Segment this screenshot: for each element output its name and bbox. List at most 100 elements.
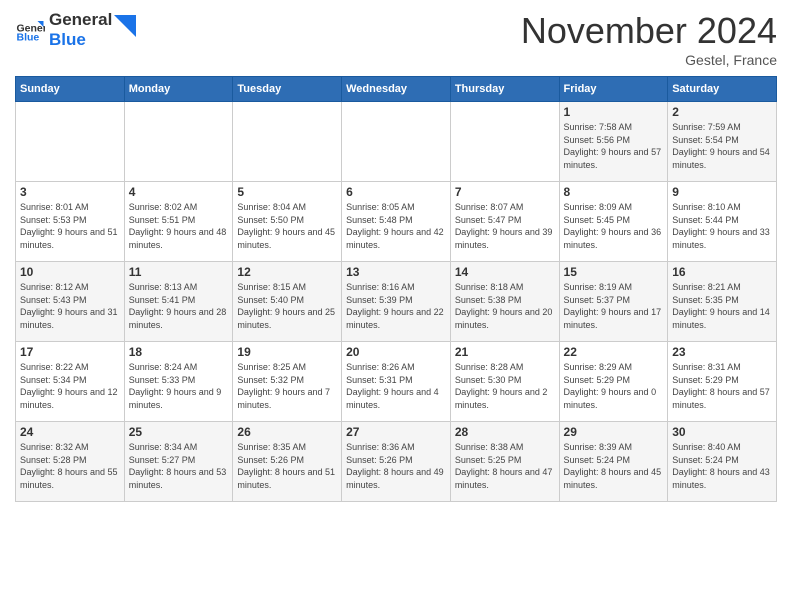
calendar-cell: 10Sunrise: 8:12 AM Sunset: 5:43 PM Dayli… <box>16 262 125 342</box>
svg-text:Blue: Blue <box>17 32 40 44</box>
day-info: Sunrise: 8:04 AM Sunset: 5:50 PM Dayligh… <box>237 201 337 251</box>
day-number: 9 <box>672 185 772 199</box>
day-info: Sunrise: 8:19 AM Sunset: 5:37 PM Dayligh… <box>564 281 664 331</box>
calendar-header: SundayMondayTuesdayWednesdayThursdayFrid… <box>16 77 777 102</box>
day-info: Sunrise: 8:28 AM Sunset: 5:30 PM Dayligh… <box>455 361 555 411</box>
calendar-cell: 28Sunrise: 8:38 AM Sunset: 5:25 PM Dayli… <box>450 422 559 502</box>
calendar-cell: 19 Sunrise: 8:25 AM Sunset: 5:32 PM Dayli… <box>233 342 342 422</box>
day-number: 8 <box>564 185 664 199</box>
day-info: Sunrise: 8:10 AM Sunset: 5:44 PM Dayligh… <box>672 201 772 251</box>
weekday-header-saturday: Saturday <box>668 77 777 102</box>
month-title: November 2024 <box>521 10 777 52</box>
calendar-cell: 3 Sunrise: 8:01 AM Sunset: 5:53 PM Daylig… <box>16 182 125 262</box>
calendar-body: 1Sunrise: 7:58 AM Sunset: 5:56 PM Daylig… <box>16 102 777 502</box>
day-number: 6 <box>346 185 446 199</box>
calendar-cell: 25Sunrise: 8:34 AM Sunset: 5:27 PM Dayli… <box>124 422 233 502</box>
calendar-cell: 4 Sunrise: 8:02 AM Sunset: 5:51 PM Daylig… <box>124 182 233 262</box>
day-number: 13 <box>346 265 446 279</box>
calendar-cell: 17Sunrise: 8:22 AM Sunset: 5:34 PM Dayli… <box>16 342 125 422</box>
calendar-cell: 12 Sunrise: 8:15 AM Sunset: 5:40 PM Dayli… <box>233 262 342 342</box>
location: Gestel, France <box>521 52 777 68</box>
calendar-cell: 11Sunrise: 8:13 AM Sunset: 5:41 PM Dayli… <box>124 262 233 342</box>
day-info: Sunrise: 8:16 AM Sunset: 5:39 PM Dayligh… <box>346 281 446 331</box>
logo: General Blue General Blue <box>15 10 136 51</box>
day-info: Sunrise: 8:32 AM Sunset: 5:28 PM Dayligh… <box>20 441 120 491</box>
day-info: Sunrise: 8:24 AM Sunset: 5:33 PM Dayligh… <box>129 361 229 411</box>
calendar-cell: 7Sunrise: 8:07 AM Sunset: 5:47 PM Daylig… <box>450 182 559 262</box>
calendar-week-3: 17Sunrise: 8:22 AM Sunset: 5:34 PM Dayli… <box>16 342 777 422</box>
logo-blue: Blue <box>49 30 112 50</box>
day-info: Sunrise: 8:12 AM Sunset: 5:43 PM Dayligh… <box>20 281 120 331</box>
day-info: Sunrise: 8:34 AM Sunset: 5:27 PM Dayligh… <box>129 441 229 491</box>
day-info: Sunrise: 8:36 AM Sunset: 5:26 PM Dayligh… <box>346 441 446 491</box>
calendar-week-4: 24 Sunrise: 8:32 AM Sunset: 5:28 PM Dayli… <box>16 422 777 502</box>
day-number: 28 <box>455 425 555 439</box>
day-number: 3 <box>20 185 120 199</box>
calendar-cell: 21 Sunrise: 8:28 AM Sunset: 5:30 PM Dayli… <box>450 342 559 422</box>
weekday-header-thursday: Thursday <box>450 77 559 102</box>
weekday-header-row: SundayMondayTuesdayWednesdayThursdayFrid… <box>16 77 777 102</box>
day-number: 22 <box>564 345 664 359</box>
day-info: Sunrise: 8:13 AM Sunset: 5:41 PM Dayligh… <box>129 281 229 331</box>
day-number: 5 <box>237 185 337 199</box>
day-info: Sunrise: 7:59 AM Sunset: 5:54 PM Dayligh… <box>672 121 772 171</box>
day-number: 30 <box>672 425 772 439</box>
calendar-cell: 6 Sunrise: 8:05 AM Sunset: 5:48 PM Daylig… <box>342 182 451 262</box>
calendar-cell: 29 Sunrise: 8:39 AM Sunset: 5:24 PM Dayli… <box>559 422 668 502</box>
calendar-cell: 13 Sunrise: 8:16 AM Sunset: 5:39 PM Dayli… <box>342 262 451 342</box>
calendar-cell: 27Sunrise: 8:36 AM Sunset: 5:26 PM Dayli… <box>342 422 451 502</box>
day-number: 29 <box>564 425 664 439</box>
weekday-header-friday: Friday <box>559 77 668 102</box>
day-number: 16 <box>672 265 772 279</box>
day-info: Sunrise: 8:26 AM Sunset: 5:31 PM Dayligh… <box>346 361 446 411</box>
day-number: 24 <box>20 425 120 439</box>
day-info: Sunrise: 8:02 AM Sunset: 5:51 PM Dayligh… <box>129 201 229 251</box>
day-info: Sunrise: 8:29 AM Sunset: 5:29 PM Dayligh… <box>564 361 664 411</box>
day-number: 4 <box>129 185 229 199</box>
calendar-cell: 26Sunrise: 8:35 AM Sunset: 5:26 PM Dayli… <box>233 422 342 502</box>
calendar-cell: 22 Sunrise: 8:29 AM Sunset: 5:29 PM Dayli… <box>559 342 668 422</box>
day-number: 2 <box>672 105 772 119</box>
day-number: 21 <box>455 345 555 359</box>
title-area: November 2024 Gestel, France <box>521 10 777 68</box>
day-info: Sunrise: 8:05 AM Sunset: 5:48 PM Dayligh… <box>346 201 446 251</box>
calendar-cell: 18 Sunrise: 8:24 AM Sunset: 5:33 PM Dayli… <box>124 342 233 422</box>
day-info: Sunrise: 8:31 AM Sunset: 5:29 PM Dayligh… <box>672 361 772 411</box>
day-info: Sunrise: 8:25 AM Sunset: 5:32 PM Dayligh… <box>237 361 337 411</box>
calendar-week-1: 3 Sunrise: 8:01 AM Sunset: 5:53 PM Daylig… <box>16 182 777 262</box>
day-info: Sunrise: 8:22 AM Sunset: 5:34 PM Dayligh… <box>20 361 120 411</box>
day-number: 1 <box>564 105 664 119</box>
calendar-cell: 8Sunrise: 8:09 AM Sunset: 5:45 PM Daylig… <box>559 182 668 262</box>
calendar-cell: 2 Sunrise: 7:59 AM Sunset: 5:54 PM Daylig… <box>668 102 777 182</box>
calendar-cell: 5 Sunrise: 8:04 AM Sunset: 5:50 PM Daylig… <box>233 182 342 262</box>
calendar-cell <box>124 102 233 182</box>
calendar-cell <box>233 102 342 182</box>
day-info: Sunrise: 8:39 AM Sunset: 5:24 PM Dayligh… <box>564 441 664 491</box>
day-number: 18 <box>129 345 229 359</box>
weekday-header-tuesday: Tuesday <box>233 77 342 102</box>
day-number: 15 <box>564 265 664 279</box>
weekday-header-monday: Monday <box>124 77 233 102</box>
day-number: 20 <box>346 345 446 359</box>
day-info: Sunrise: 8:21 AM Sunset: 5:35 PM Dayligh… <box>672 281 772 331</box>
calendar-cell: 15 Sunrise: 8:19 AM Sunset: 5:37 PM Dayli… <box>559 262 668 342</box>
logo-general: General <box>49 10 112 30</box>
header: General Blue General Blue November 2024 … <box>15 10 777 68</box>
day-info: Sunrise: 8:15 AM Sunset: 5:40 PM Dayligh… <box>237 281 337 331</box>
day-number: 23 <box>672 345 772 359</box>
calendar-week-0: 1Sunrise: 7:58 AM Sunset: 5:56 PM Daylig… <box>16 102 777 182</box>
day-number: 19 <box>237 345 337 359</box>
calendar-cell: 24 Sunrise: 8:32 AM Sunset: 5:28 PM Dayli… <box>16 422 125 502</box>
calendar-cell: 20 Sunrise: 8:26 AM Sunset: 5:31 PM Dayli… <box>342 342 451 422</box>
day-info: Sunrise: 8:18 AM Sunset: 5:38 PM Dayligh… <box>455 281 555 331</box>
calendar-cell: 14Sunrise: 8:18 AM Sunset: 5:38 PM Dayli… <box>450 262 559 342</box>
day-number: 7 <box>455 185 555 199</box>
calendar-cell: 9 Sunrise: 8:10 AM Sunset: 5:44 PM Daylig… <box>668 182 777 262</box>
day-number: 12 <box>237 265 337 279</box>
calendar-cell: 1Sunrise: 7:58 AM Sunset: 5:56 PM Daylig… <box>559 102 668 182</box>
day-info: Sunrise: 8:01 AM Sunset: 5:53 PM Dayligh… <box>20 201 120 251</box>
logo-arrow-icon <box>114 15 136 37</box>
weekday-header-sunday: Sunday <box>16 77 125 102</box>
day-number: 26 <box>237 425 337 439</box>
logo-icon: General Blue <box>15 15 45 45</box>
